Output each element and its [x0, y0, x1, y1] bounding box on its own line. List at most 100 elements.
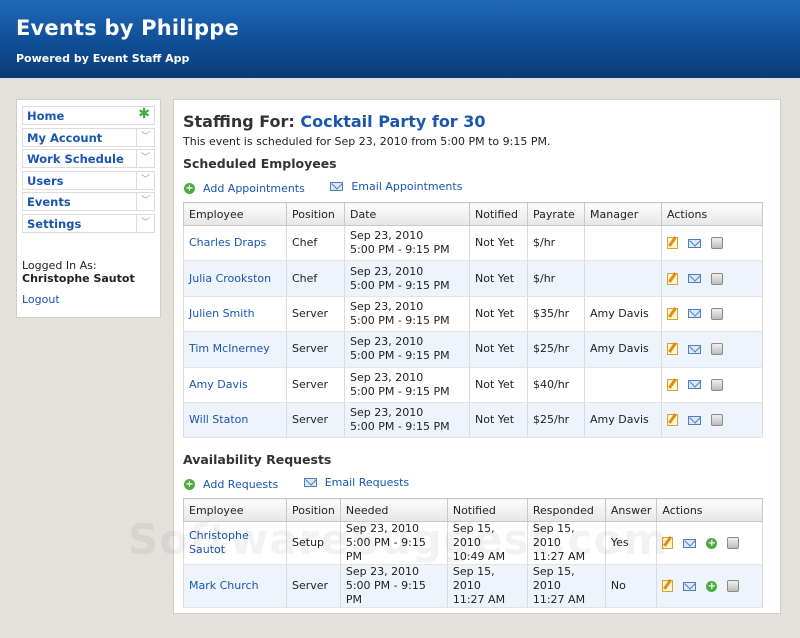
email-icon[interactable] [688, 309, 701, 319]
delete-icon[interactable] [727, 580, 740, 592]
employee-link[interactable]: Amy Davis [189, 378, 248, 391]
delete-icon[interactable] [711, 378, 723, 391]
page-title: Staffing For: Cocktail Party for 30 [183, 112, 486, 131]
email-icon[interactable] [683, 581, 697, 591]
delete-icon[interactable] [711, 307, 723, 320]
column-header: Responded [526, 498, 606, 522]
needed-cell: Sep 23, 2010 5:00 PM - 9:15 PM [339, 564, 448, 608]
notified-cell: Not Yet [469, 402, 528, 439]
table-row: Julien Smith Server Sep 23, 2010 5:00 PM - … [183, 296, 763, 333]
table-header-row: Employee Position Needed Notified Respon… [183, 498, 763, 522]
employee-cell[interactable]: Will Staton [183, 402, 287, 439]
needed-cell-line2: 5:00 PM - 9:15 PM [345, 579, 426, 606]
scheduled-employees-title: Scheduled Employees [183, 156, 337, 171]
needed-cell-line2: 5:00 PM - 9:15 PM [345, 536, 426, 563]
add-icon[interactable]: + [706, 580, 718, 592]
date-cell: Sep 23, 2010 5:00 PM - 9:15 PM [344, 367, 470, 403]
sidebar-item-settings[interactable]: Settings ﹀ [22, 213, 155, 233]
email-icon[interactable] [683, 538, 697, 548]
notified-cell: Not Yet [469, 225, 528, 262]
table-row: Amy Davis Server Sep 23, 2010 5:00 PM - 9:1… [183, 367, 763, 403]
employee-cell[interactable]: Julia Crookston [183, 260, 287, 297]
email-icon [330, 182, 344, 191]
delete-icon[interactable] [711, 237, 723, 250]
employee-link[interactable]: Charles Draps [189, 236, 266, 249]
email-icon[interactable] [688, 415, 701, 425]
sidebar-item-events[interactable]: Events ﹀ [22, 192, 155, 212]
date-cell-line1: Sep 23, 2010 [350, 335, 424, 349]
add-requests-button[interactable]: + Add Requests [184, 478, 278, 491]
responded-cell-line2: 11:27 AM [532, 550, 586, 563]
payrate-cell: $40/hr [527, 367, 585, 403]
edit-icon[interactable] [667, 237, 678, 250]
event-name-link[interactable]: Cocktail Party for 30 [300, 112, 485, 131]
employee-cell[interactable]: Mark Church [183, 564, 287, 608]
responded-cell-line1: Sep 15, 2010 [532, 522, 575, 549]
email-requests-button[interactable]: Email Requests [303, 476, 409, 489]
email-appointments-label: Email Appointments [351, 180, 463, 193]
column-header: Position [286, 498, 341, 522]
position-cell: Server [286, 367, 345, 403]
date-cell-line1: Sep 23, 2010 [350, 264, 424, 278]
delete-icon[interactable] [711, 414, 723, 427]
responded-cell: Sep 15, 2010 11:27 AM [526, 564, 606, 608]
edit-icon[interactable] [667, 272, 678, 285]
employee-link[interactable]: Tim McInerney [189, 342, 270, 355]
column-header: Date [344, 202, 470, 226]
manager-cell: Amy Davis [584, 402, 662, 439]
add-appointments-label: Add Appointments [203, 182, 305, 195]
column-header: Payrate [527, 202, 585, 226]
employee-cell[interactable]: Amy Davis [183, 367, 287, 403]
column-header: Manager [584, 202, 662, 226]
chevron-down-icon[interactable]: ﹀ [136, 214, 154, 232]
edit-icon[interactable] [667, 343, 678, 356]
employee-cell[interactable]: Julien Smith [183, 296, 287, 333]
chevron-down-icon[interactable]: ﹀ [136, 171, 154, 189]
chevron-down-icon[interactable]: ﹀ [136, 193, 154, 211]
sidebar-item-users[interactable]: Users ﹀ [22, 170, 155, 190]
email-icon[interactable] [688, 238, 701, 248]
delete-icon[interactable] [711, 272, 723, 285]
sidebar-item-label: My Account [27, 130, 103, 145]
column-header: Needed [339, 498, 448, 522]
employee-link[interactable]: Will Staton [189, 413, 248, 426]
sidebar-item-label: Home [27, 109, 65, 123]
logged-in-label: Logged In As: [22, 259, 97, 272]
sidebar-item-work-schedule[interactable]: Work Schedule ﹀ [22, 149, 155, 169]
column-header: Actions [661, 202, 763, 226]
add-requests-label: Add Requests [203, 478, 279, 491]
employee-link[interactable]: Christophe Sautot [189, 529, 249, 556]
email-icon[interactable] [688, 344, 701, 354]
employee-link[interactable]: Julien Smith [189, 307, 255, 320]
position-cell: Server [286, 402, 345, 439]
employee-link[interactable]: Julia Crookston [189, 272, 271, 285]
chevron-down-icon[interactable]: ﹀ [136, 128, 154, 146]
delete-icon[interactable] [711, 343, 723, 356]
date-cell: Sep 23, 2010 5:00 PM - 9:15 PM [344, 402, 470, 439]
email-icon[interactable] [688, 380, 701, 390]
edit-icon[interactable] [662, 537, 674, 549]
edit-icon[interactable] [667, 307, 678, 320]
employee-cell[interactable]: Charles Draps [183, 225, 287, 262]
manager-cell: Amy Davis [584, 331, 662, 368]
chevron-down-icon[interactable]: ﹀ [136, 150, 154, 168]
edit-icon[interactable] [667, 414, 678, 427]
edit-icon[interactable] [667, 378, 678, 391]
delete-icon[interactable] [727, 537, 740, 549]
email-appointments-button[interactable]: Email Appointments [330, 180, 462, 193]
sidebar-item-home[interactable]: Home ✱ [22, 106, 155, 125]
email-icon[interactable] [688, 274, 701, 284]
logout-link[interactable]: Logout [22, 293, 60, 306]
sidebar-item-my-account[interactable]: My Account ﹀ [22, 127, 155, 147]
table-row: Will Staton Server Sep 23, 2010 5:00 PM - 9… [183, 402, 763, 439]
add-appointments-button[interactable]: + Add Appointments [184, 182, 305, 195]
date-cell-line1: Sep 23, 2010 [350, 406, 424, 420]
edit-icon[interactable] [662, 580, 674, 592]
employee-link[interactable]: Mark Church [189, 579, 259, 592]
date-cell: Sep 23, 2010 5:00 PM - 9:15 PM [344, 225, 470, 262]
actions-cell: + [656, 564, 763, 608]
employee-cell[interactable]: Tim McInerney [183, 331, 287, 368]
sidebar-item-label: Events [27, 195, 71, 210]
add-icon[interactable]: + [706, 537, 718, 549]
employee-cell[interactable]: Christophe Sautot [183, 521, 287, 565]
